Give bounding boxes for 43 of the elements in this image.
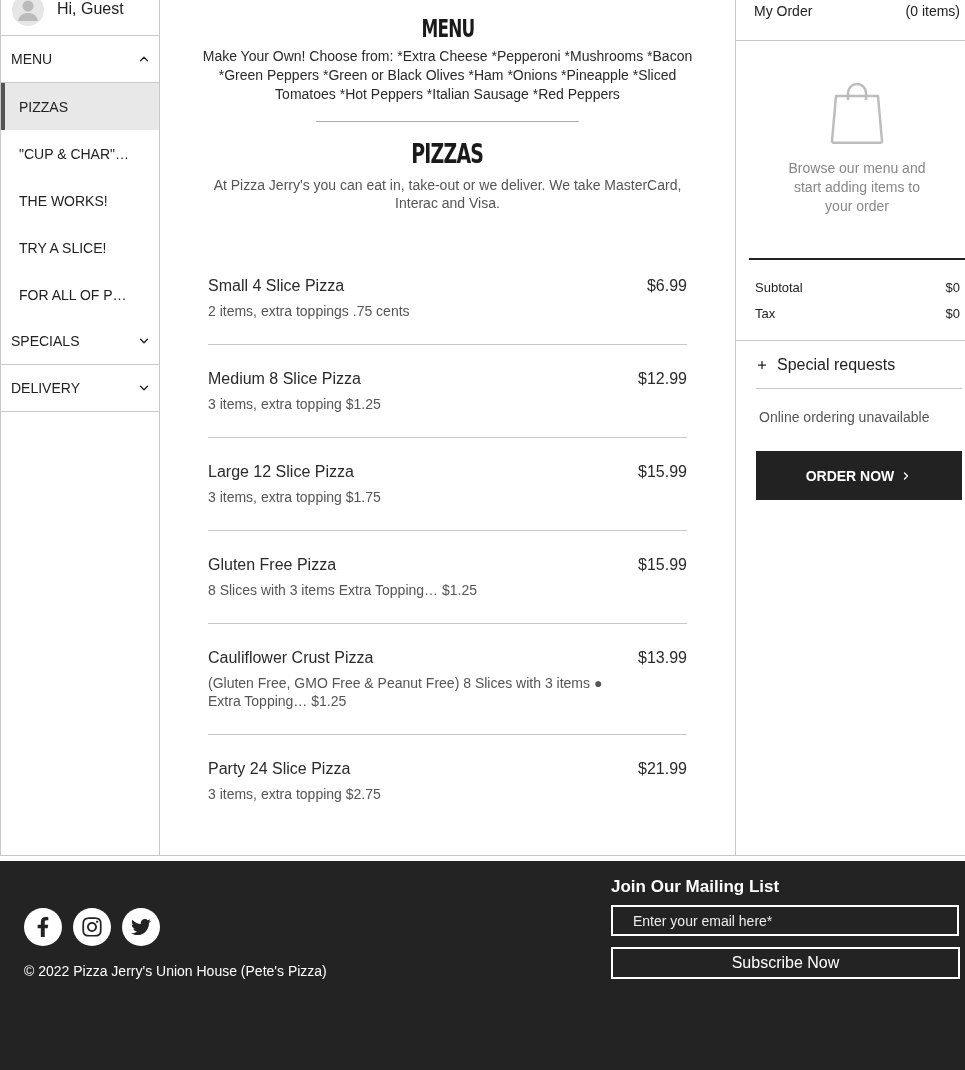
instagram-icon[interactable] bbox=[73, 908, 111, 946]
item-description: 8 Slices with 3 items Extra Topping… $1.25 bbox=[208, 581, 478, 599]
section-heading: PIZZAS bbox=[411, 137, 484, 170]
menu-heading: MENU bbox=[421, 14, 474, 44]
order-count: (0 items) bbox=[905, 2, 960, 21]
special-requests-button[interactable]: Special requests bbox=[756, 354, 896, 375]
twitter-icon[interactable] bbox=[122, 908, 160, 946]
summary-value: $0 bbox=[945, 305, 960, 323]
plus-icon bbox=[756, 358, 768, 371]
item-name[interactable]: Medium 8 Slice Pizza bbox=[208, 369, 361, 389]
item-price: $21.99 bbox=[638, 759, 687, 779]
summary-value: $0 bbox=[945, 279, 960, 297]
subcategory-item[interactable]: PIZZAS bbox=[1, 83, 159, 130]
copyright-text: © 2022 Pizza Jerry's Union House (Pete's Pizza) bbox=[24, 962, 327, 980]
item-description: 3 items, extra topping $1.25 bbox=[208, 395, 382, 413]
order-title: My Order bbox=[754, 2, 813, 21]
item-description: 2 items, extra toppings .75 cents bbox=[208, 302, 411, 320]
item-price: $15.99 bbox=[638, 555, 687, 575]
shopping-bag-icon bbox=[830, 83, 884, 144]
summary-label: Tax bbox=[755, 305, 776, 323]
item-name[interactable]: Large 12 Slice Pizza bbox=[208, 462, 354, 482]
item-price: $12.99 bbox=[638, 369, 687, 389]
subscribe-button[interactable]: Subscribe Now bbox=[611, 947, 960, 979]
item-name[interactable]: Small 4 Slice Pizza bbox=[208, 276, 345, 296]
item-price: $6.99 bbox=[646, 276, 687, 296]
order-now-button[interactable]: ORDER NOW bbox=[756, 451, 962, 500]
item-description: 3 items, extra topping $1.75 bbox=[208, 488, 382, 506]
mailing-list-title: Join Our Mailing List bbox=[611, 877, 781, 897]
item-name[interactable]: Gluten Free Pizza bbox=[208, 555, 337, 575]
section-description: At Pizza Jerry's you can eat in, take-out or we deliver. We take MasterCard, Interac and Visa. bbox=[212, 176, 683, 212]
item-price: $15.99 bbox=[638, 462, 687, 482]
facebook-icon[interactable] bbox=[24, 908, 62, 946]
item-price: $13.99 bbox=[638, 648, 687, 668]
menu-description: Make Your Own! Choose from: *Extra Cheese *Pepperoni *Mushrooms *Bacon *Green Peppers *Green or Black Olives *Ham *Onions *Pineapple *Sliced Tomatoes *Hot Peppers *Italian Sausage *Red Peppers bbox=[201, 47, 694, 104]
item-description: (Gluten Free, GMO Free & Peanut Free) 8 Slices with 3 items ● Extra Topping… $1.25 bbox=[208, 674, 604, 710]
item-description: 3 items, extra topping $2.75 bbox=[208, 785, 382, 803]
summary-label: Subtotal bbox=[755, 279, 803, 297]
empty-cart-message: Browse our menu and start adding items to your order bbox=[787, 159, 927, 216]
email-field[interactable]: Enter your email here* bbox=[611, 905, 959, 936]
item-name[interactable]: Party 24 Slice Pizza bbox=[208, 759, 351, 779]
item-name[interactable]: Cauliflower Crust Pizza bbox=[208, 648, 374, 668]
ordering-status-text: Online ordering unavailable bbox=[759, 408, 931, 426]
greeting-text: Hi, Guest bbox=[57, 0, 124, 18]
